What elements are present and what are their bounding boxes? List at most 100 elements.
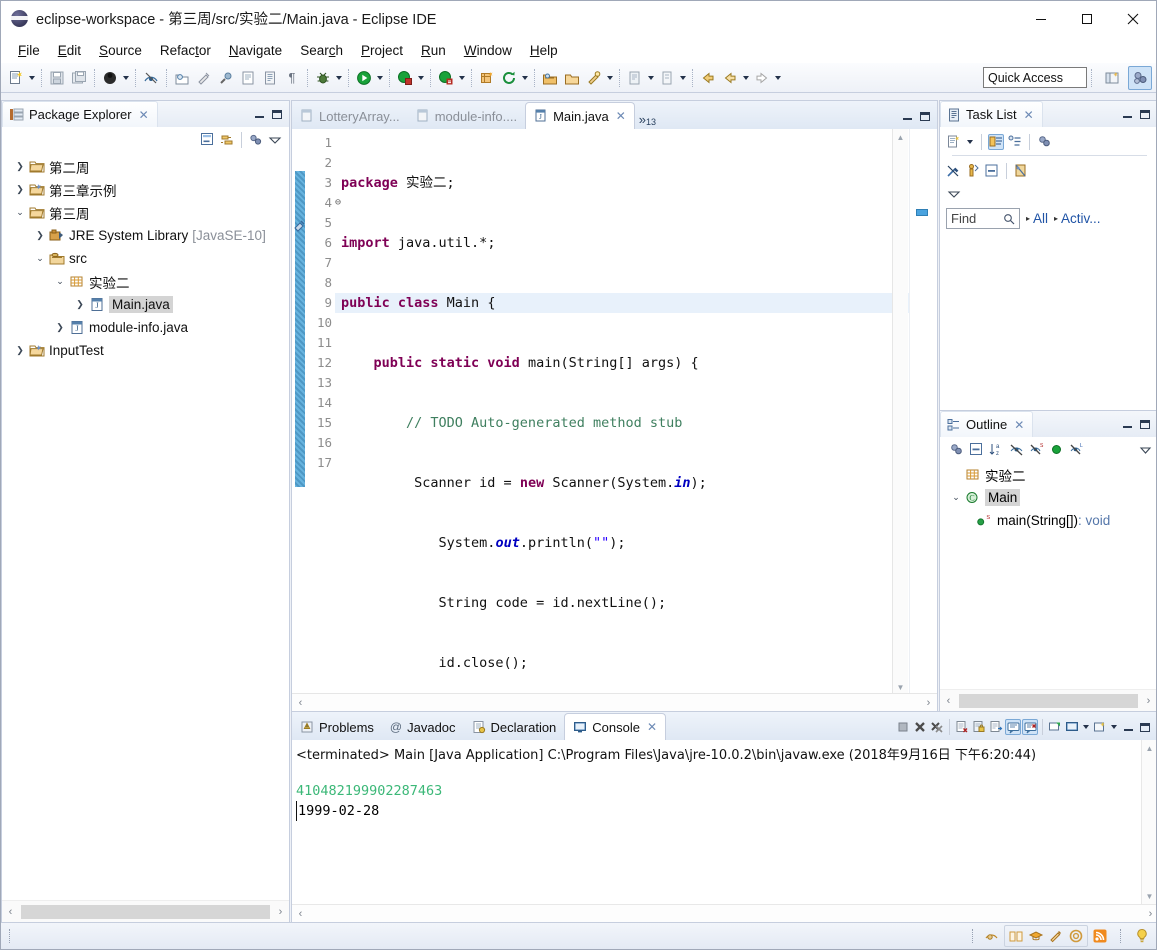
filter-activate[interactable]: ▸ Activ... — [1054, 211, 1101, 226]
editor-tab-lotteryarray[interactable]: LotteryArray... — [292, 103, 408, 129]
scroll-lock-icon[interactable] — [971, 719, 987, 735]
link-with-editor-icon[interactable] — [219, 132, 235, 148]
restore-tasks-icon[interactable] — [965, 163, 981, 179]
display-selected-console-dropdown-icon[interactable] — [1081, 717, 1091, 737]
hide-local-types-icon[interactable]: L — [1068, 442, 1084, 458]
code-editor[interactable]: 123 4 56789 1011121314 151617 package 实验… — [292, 129, 937, 695]
maximize-icon[interactable] — [917, 108, 933, 124]
tip-of-day-icon[interactable] — [1132, 926, 1152, 946]
minimize-icon[interactable] — [1119, 106, 1135, 122]
view-menu-icon[interactable] — [946, 186, 962, 202]
open-console-dropdown-icon[interactable] — [1109, 717, 1119, 737]
minimize-button[interactable] — [1018, 1, 1064, 37]
back-dropdown-icon[interactable] — [741, 68, 751, 88]
help-contents-icon[interactable] — [1006, 926, 1026, 946]
run-ant-dropdown-icon[interactable] — [457, 68, 467, 88]
tree-item-src[interactable]: ⌄ src — [2, 247, 289, 270]
collapse-all-icon[interactable] — [968, 442, 984, 458]
menu-file[interactable]: File — [9, 40, 49, 61]
find-input[interactable]: Find — [946, 208, 1020, 229]
categorized-presentation-icon[interactable] — [988, 133, 1004, 150]
new-wizard-dropdown-icon[interactable] — [27, 68, 37, 88]
external-tools-icon[interactable] — [193, 67, 215, 89]
debug-perspective-icon[interactable] — [99, 67, 121, 89]
display-selected-console-icon[interactable] — [1064, 719, 1080, 735]
search-dropdown-icon[interactable] — [605, 68, 615, 88]
run-history-dropdown-icon[interactable] — [375, 68, 385, 88]
focus-on-workweek-icon[interactable] — [946, 163, 962, 179]
console-hscrollbar[interactable]: ‹ › — [292, 904, 1156, 922]
close-icon[interactable]: ✕ — [1014, 418, 1024, 432]
tree-item-jre-library[interactable]: ❯ JRE System Library [JavaSE-10] — [2, 224, 289, 247]
outline-item-package[interactable]: 实验二 — [940, 463, 1156, 486]
debug-history-dropdown-icon[interactable] — [334, 68, 344, 88]
source-code[interactable]: package 实验二; import java.util.*; public … — [335, 129, 937, 695]
minimize-icon[interactable] — [1120, 719, 1136, 735]
tab-problems[interactable]: Problems — [292, 714, 382, 740]
quick-access-input[interactable]: Quick Access — [983, 67, 1087, 88]
tab-task-list[interactable]: Task List ✕ — [940, 101, 1043, 127]
maximize-icon[interactable] — [1137, 106, 1153, 122]
overview-marker[interactable] — [916, 209, 928, 216]
scroll-up-icon[interactable]: ▲ — [1142, 740, 1156, 756]
last-edit-dropdown-icon[interactable] — [646, 68, 656, 88]
debug-dropdown-icon[interactable] — [121, 68, 131, 88]
menu-search[interactable]: Search — [291, 40, 352, 61]
remove-launch-icon[interactable] — [912, 719, 928, 735]
menu-navigate[interactable]: Navigate — [220, 40, 291, 61]
scroll-right-icon[interactable]: › — [920, 694, 937, 711]
filter-all[interactable]: ▸ All — [1026, 211, 1048, 226]
debug-icon[interactable] — [312, 67, 334, 89]
hide-fields-icon[interactable] — [1008, 442, 1024, 458]
tree-item-package[interactable]: ⌄ 实验二 — [2, 270, 289, 293]
view-menu-icon[interactable] — [1137, 442, 1153, 458]
toggle-mark-occurrences-icon[interactable] — [140, 67, 162, 89]
editor-hscrollbar[interactable]: ‹ › — [292, 693, 937, 711]
close-button[interactable] — [1110, 1, 1156, 37]
new-task-dropdown-icon[interactable] — [965, 132, 975, 152]
scroll-right-icon[interactable]: › — [272, 903, 289, 920]
scroll-left-icon[interactable]: ‹ — [292, 905, 309, 922]
outline-item-class-main[interactable]: ⌄ C Main — [940, 486, 1156, 509]
chevron-down-icon[interactable]: ⌄ — [32, 251, 48, 267]
view-menu-icon[interactable] — [267, 132, 283, 148]
tree-item-project-2[interactable]: ❯ 第三章示例 — [2, 178, 289, 201]
pin-console-icon[interactable] — [1047, 719, 1063, 735]
hide-static-icon[interactable]: S — [1028, 442, 1044, 458]
editor-tab-overflow[interactable]: » 13 — [635, 112, 662, 129]
editor-tab-main-java[interactable]: J Main.java ✕ — [525, 102, 635, 129]
refresh-icon[interactable] — [498, 67, 520, 89]
sort-icon[interactable]: az — [988, 442, 1004, 458]
outline-hscrollbar[interactable]: ‹ › — [940, 689, 1156, 711]
forward-dropdown-icon[interactable] — [773, 68, 783, 88]
build-icon[interactable] — [215, 67, 237, 89]
open-perspective-button[interactable] — [1100, 66, 1124, 90]
terminate-icon[interactable] — [895, 719, 911, 735]
open-folder-icon[interactable] — [561, 67, 583, 89]
chevron-right-icon[interactable]: ❯ — [72, 297, 88, 313]
chevron-right-icon[interactable]: ❯ — [12, 159, 28, 175]
editor-overview-ruler[interactable] — [909, 129, 937, 695]
tree-item-module-info-java[interactable]: ❯ J module-info.java — [2, 316, 289, 339]
menu-window[interactable]: Window — [455, 40, 521, 61]
next-annotation-dropdown-icon[interactable] — [678, 68, 688, 88]
open-console-icon[interactable] — [1092, 719, 1108, 735]
search-icon[interactable] — [1003, 213, 1015, 225]
chevron-down-icon[interactable]: ⌄ — [948, 490, 964, 506]
open-perspective-icon[interactable] — [539, 67, 561, 89]
scroll-left-icon[interactable]: ‹ — [292, 694, 309, 711]
tree-item-inputtest[interactable]: ❯ InputTest — [2, 339, 289, 362]
minimize-icon[interactable] — [251, 106, 267, 122]
search-icon[interactable] — [583, 67, 605, 89]
minimize-icon[interactable] — [899, 108, 915, 124]
tree-item-project-1[interactable]: ❯ 第二周 — [2, 155, 289, 178]
tab-package-explorer[interactable]: Package Explorer ✕ — [2, 101, 158, 127]
collapse-all-icon[interactable] — [984, 163, 1000, 179]
editor-tab-module-info[interactable]: module-info.... — [408, 103, 525, 129]
maximize-icon[interactable] — [1137, 416, 1153, 432]
editor-vscrollbar[interactable]: ▲ ▼ — [892, 129, 908, 695]
refresh-dropdown-icon[interactable] — [520, 68, 530, 88]
hide-nonpublic-icon[interactable] — [1048, 442, 1064, 458]
coverage-icon[interactable] — [394, 67, 416, 89]
tab-console[interactable]: Console ✕ — [564, 713, 667, 740]
